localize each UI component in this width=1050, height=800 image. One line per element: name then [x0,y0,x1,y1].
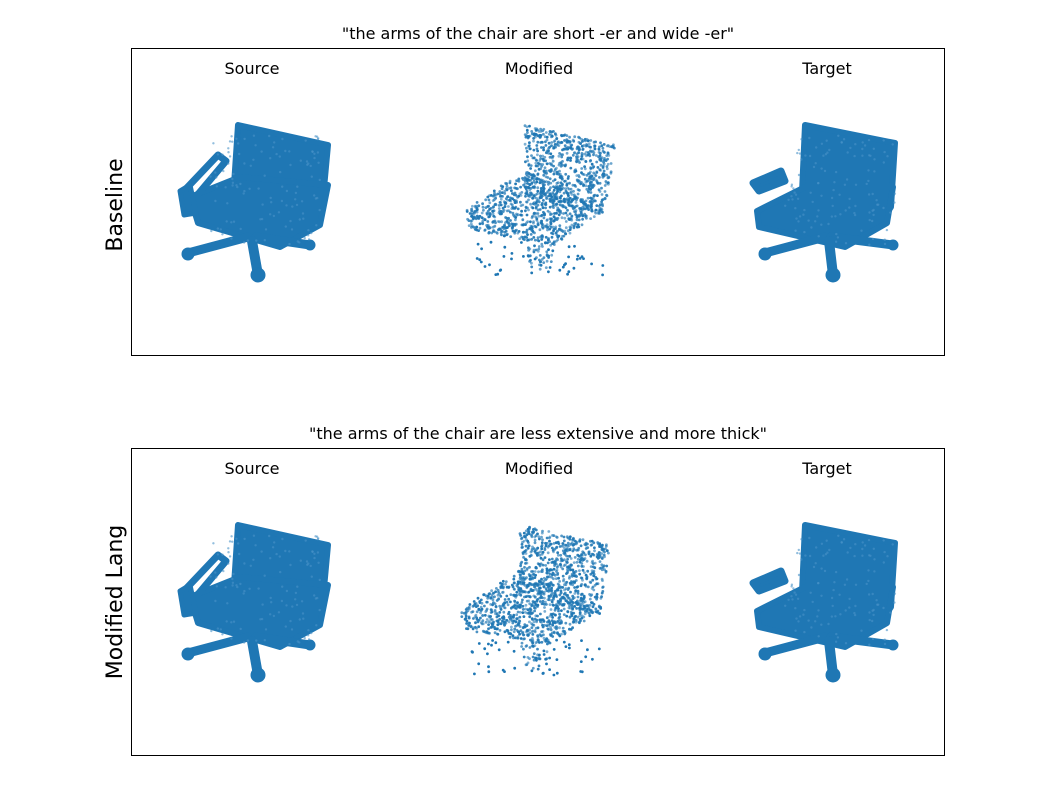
target-chair-point-cloud-baseline [749,122,899,283]
row-label-modified-lang: Modified Lang [103,524,128,680]
target-chair-point-cloud-modified-lang [749,522,899,683]
column-label-modified: Modified [504,59,574,78]
panel-title-baseline: "the arms of the chair are short -er and… [341,24,735,43]
source-chair-point-cloud-modified-lang [177,522,331,683]
modified-chair-point-cloud-modified-lang [460,525,610,677]
source-chair-point-cloud-baseline [177,122,331,283]
modified-chair-point-cloud-baseline [465,124,616,277]
column-label-source: Source [224,59,280,78]
column-label-source: Source [224,459,280,478]
panel-title-modified-lang: "the arms of the chair are less extensiv… [309,424,767,443]
row-label-baseline: Baseline [103,158,128,252]
column-label-modified: Modified [504,459,574,478]
column-label-target: Target [802,59,852,78]
column-label-target: Target [802,459,852,478]
